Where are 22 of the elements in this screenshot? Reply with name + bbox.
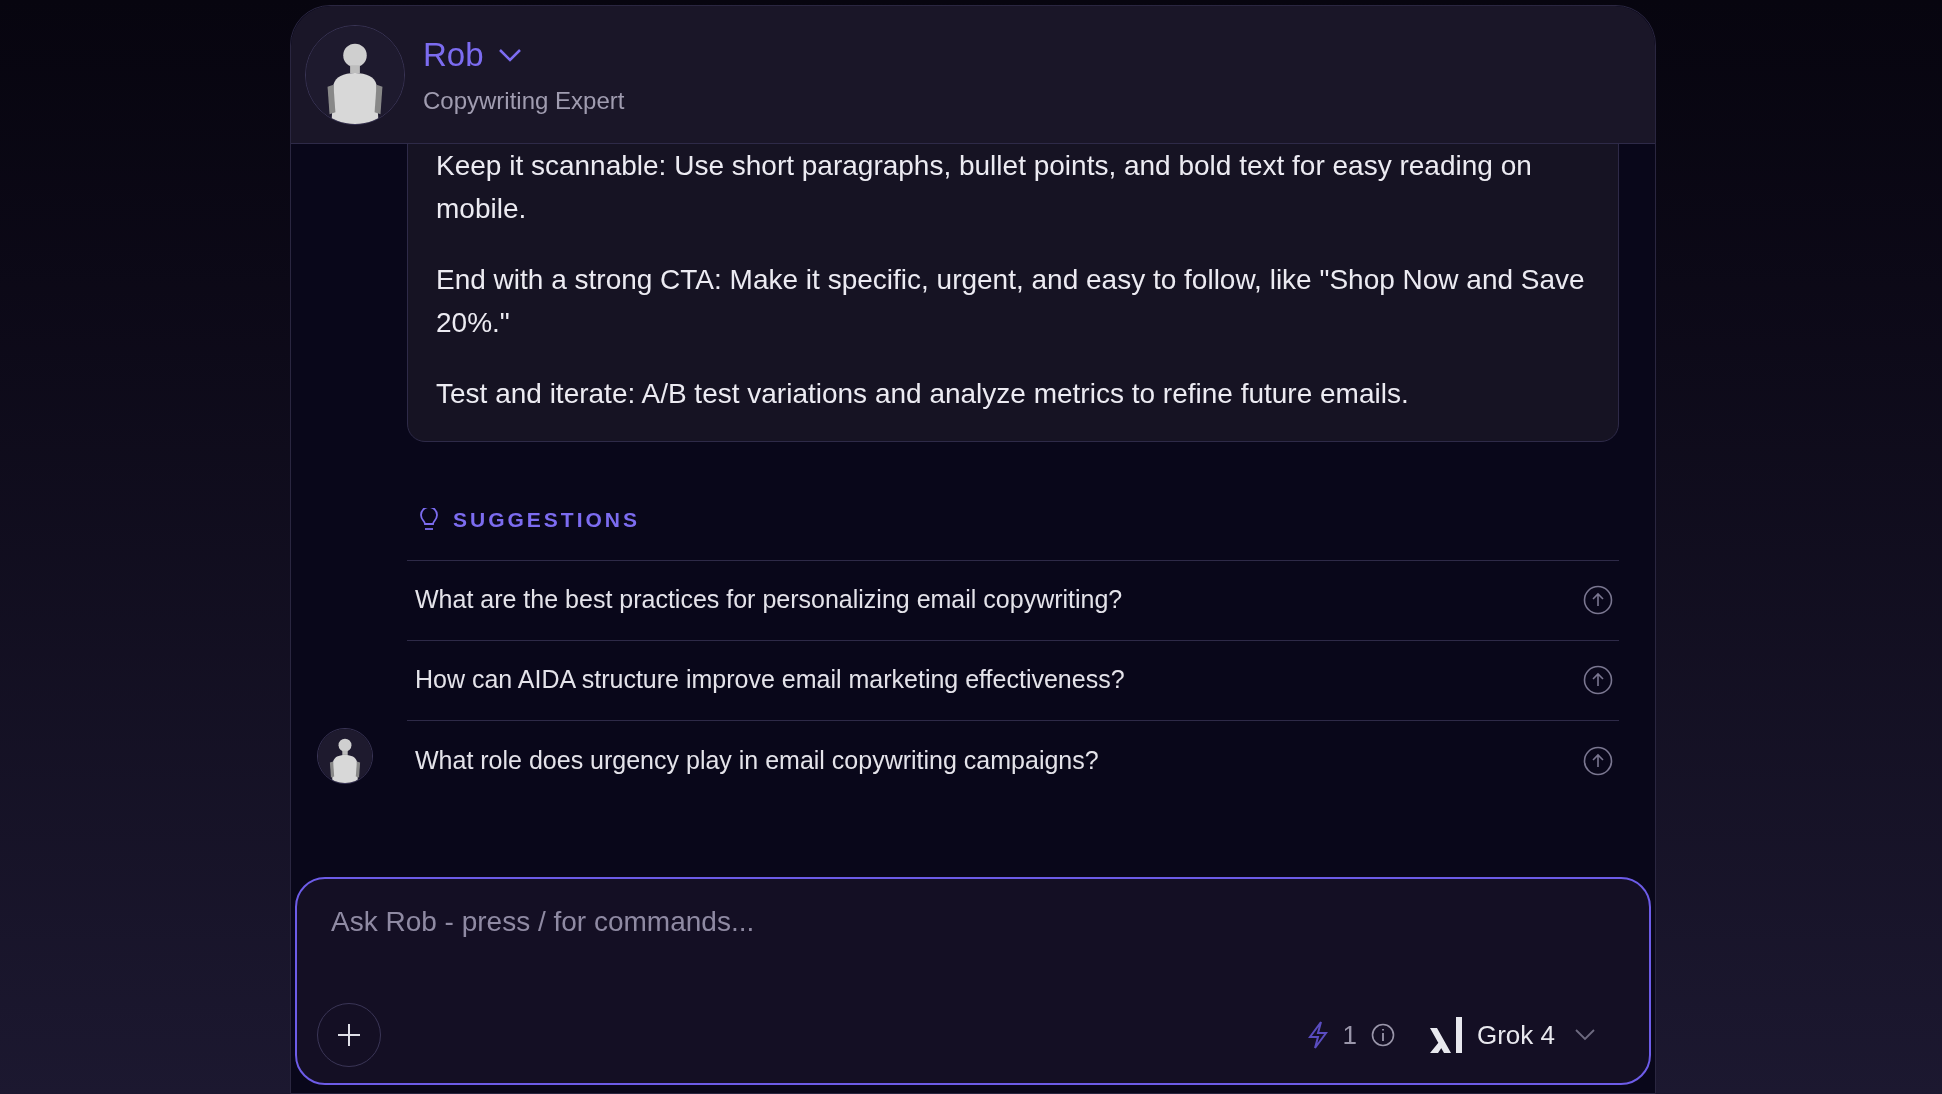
agent-name[interactable]: Rob (423, 29, 484, 80)
chevron-down-icon[interactable] (497, 47, 522, 62)
credit-count: 1 (1342, 1018, 1357, 1052)
message-paragraph: End with a strong CTA: Make it specific, urgent, and easy to follow, like "Shop Now and Save 20%." (436, 263, 1586, 340)
model-selector[interactable]: Grok 4 (1428, 1015, 1595, 1055)
lightbulb-icon (419, 507, 439, 532)
arrow-up-icon (1583, 585, 1613, 615)
slash-mark-icon (1428, 1017, 1463, 1053)
message-paragraph: Keep it scannable: Use short paragraphs, bullet points, and bold text for easy reading on mobile. (436, 149, 1533, 226)
message-paragraph: Test and iterate: A/B test variations and analyze metrics to refine future emails. (436, 377, 1410, 411)
info-icon[interactable] (1370, 1023, 1395, 1047)
lightning-icon (1306, 1020, 1329, 1050)
arrow-up-icon (1583, 745, 1613, 776)
message-input[interactable]: Ask Rob - press / for commands... (331, 901, 1231, 943)
suggestion-item[interactable]: What role does urgency play in email copywriting campaigns? (407, 720, 1619, 801)
chevron-down-icon (1575, 1029, 1595, 1041)
section-heading: SUGGESTIONS (453, 507, 641, 533)
agent-role: Copywriting Expert (423, 86, 625, 117)
suggestion-item[interactable]: How can AIDA structure improve email marketing effectiveness? (407, 640, 1619, 721)
suggestion-item[interactable]: What are the best practices for personalizing email copywriting? (407, 560, 1619, 641)
arrow-up-icon (1583, 665, 1613, 695)
plus-icon (337, 1023, 361, 1047)
